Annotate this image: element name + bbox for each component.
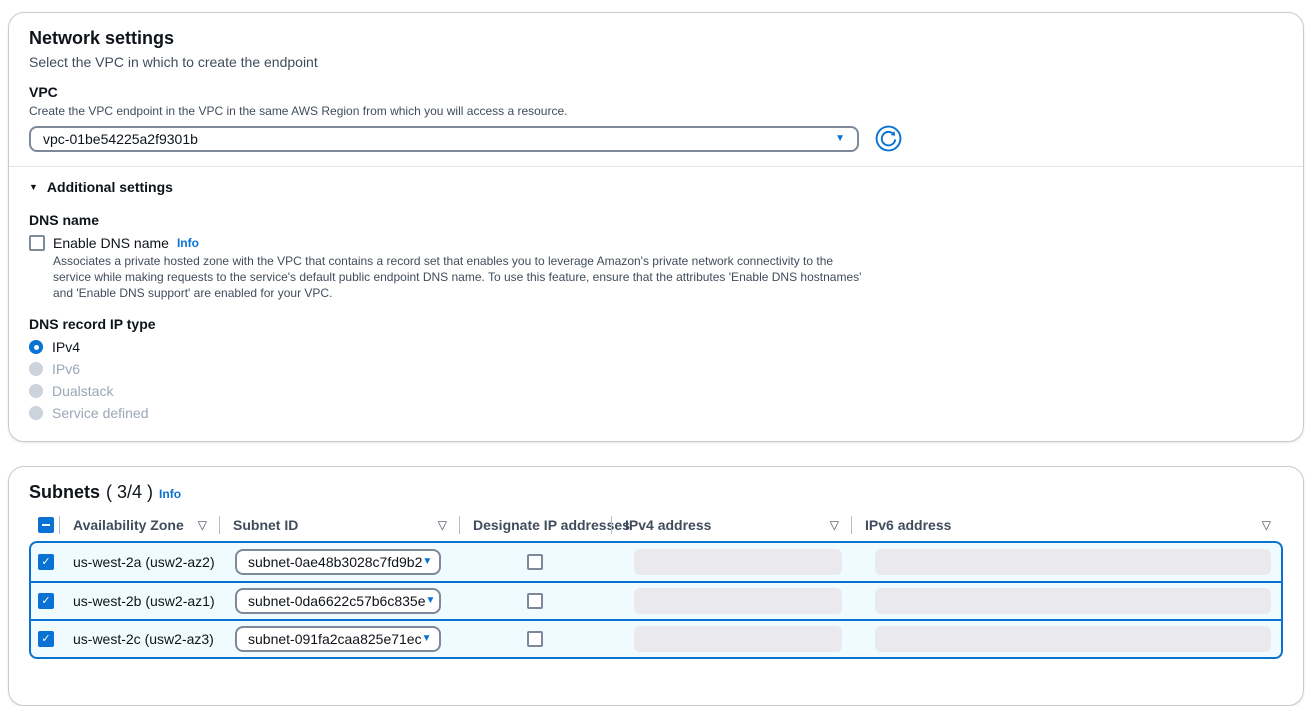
- radio-option-dualstack: Dualstack: [29, 383, 1283, 399]
- row-cell-select: ✓: [31, 593, 59, 609]
- enable-dns-name-checkbox[interactable]: [29, 235, 45, 251]
- row-cell-designate: [459, 554, 611, 570]
- designate-ip-checkbox[interactable]: [527, 554, 543, 570]
- subnets-table-body: ✓ us-west-2a (usw2-az2) subnet-0ae48b302…: [29, 541, 1283, 659]
- vpc-label: VPC: [29, 83, 1283, 101]
- column-label: Designate IP addresses: [459, 517, 630, 533]
- additional-settings-toggle[interactable]: ▼ Additional settings: [29, 179, 1283, 195]
- ipv6-address-placeholder: [875, 588, 1271, 614]
- subnets-count: ( 3/4 ): [106, 482, 153, 503]
- column-label: Availability Zone: [59, 517, 184, 533]
- row-cell-ipv6: [851, 549, 1281, 575]
- designate-ip-checkbox[interactable]: [527, 593, 543, 609]
- row-checkbox[interactable]: ✓: [38, 631, 54, 647]
- network-settings-card: Network settings Select the VPC in which…: [8, 12, 1304, 442]
- availability-zone-value: us-west-2a (usw2-az2): [59, 554, 219, 570]
- subnet-id-select[interactable]: subnet-0da6622c57b6c835e ▼: [235, 588, 441, 614]
- enable-dns-name-row: Enable DNS name Info: [29, 235, 1283, 251]
- header-cell-ipv4-address: IPv4 address ▽: [611, 511, 851, 539]
- vpc-description: Create the VPC endpoint in the VPC in th…: [29, 103, 1283, 119]
- ipv4-address-placeholder: [634, 626, 842, 652]
- radio-option-ipv6: IPv6: [29, 361, 1283, 377]
- radio-option-service-defined: Service defined: [29, 405, 1283, 421]
- page-title: Network settings: [29, 27, 1283, 49]
- dns-record-ip-type-radio-group: IPv4 IPv6 Dualstack Service defined: [29, 339, 1283, 421]
- row-cell-ipv6: [851, 626, 1281, 652]
- row-cell-designate: [459, 631, 611, 647]
- subnets-title: Subnets: [29, 481, 100, 503]
- filter-icon[interactable]: ▽: [1262, 518, 1271, 532]
- card-subtitle: Select the VPC in which to create the en…: [29, 53, 1283, 71]
- subnets-title-row: Subnets ( 3/4 ) Info: [29, 481, 1283, 503]
- header-cell-ipv6-address: IPv6 address ▽: [851, 511, 1283, 539]
- radio-selected-icon[interactable]: [29, 340, 43, 354]
- additional-settings-label: Additional settings: [47, 179, 173, 195]
- enable-dns-name-info-link[interactable]: Info: [177, 236, 199, 250]
- chevron-down-icon: ▼: [422, 634, 432, 644]
- header-cell-designate-ip: Designate IP addresses: [459, 511, 611, 539]
- radio-disabled-icon: [29, 384, 43, 398]
- table-row: ✓ us-west-2a (usw2-az2) subnet-0ae48b302…: [31, 543, 1281, 581]
- vpc-select-row: vpc-01be54225a2f9301b ▼: [29, 125, 1283, 152]
- row-cell-designate: [459, 593, 611, 609]
- refresh-icon: [875, 125, 902, 152]
- designate-ip-checkbox[interactable]: [527, 631, 543, 647]
- enable-dns-name-description: Associates a private hosted zone with th…: [53, 253, 873, 301]
- header-cell-subnet-id: Subnet ID ▽: [219, 511, 459, 539]
- radio-option-label: IPv4: [52, 339, 80, 355]
- filter-icon[interactable]: ▽: [438, 518, 447, 532]
- row-cell-select: ✓: [31, 554, 59, 570]
- vpc-select[interactable]: vpc-01be54225a2f9301b ▼: [29, 126, 859, 152]
- vpc-select-value: vpc-01be54225a2f9301b: [43, 131, 198, 147]
- expand-arrow-icon: ▼: [29, 183, 38, 192]
- filter-icon[interactable]: ▽: [198, 518, 207, 532]
- ipv4-address-placeholder: [634, 588, 842, 614]
- table-row: ✓ us-west-2b (usw2-az1) subnet-0da6622c5…: [31, 581, 1281, 619]
- subnets-table-header: Availability Zone ▽ Subnet ID ▽ Designat…: [29, 511, 1283, 539]
- chevron-down-icon: ▼: [426, 596, 436, 606]
- row-cell-ipv6: [851, 588, 1281, 614]
- row-cell-select: ✓: [31, 631, 59, 647]
- subnet-id-value: subnet-0da6622c57b6c835e: [248, 593, 426, 609]
- availability-zone-value: us-west-2b (usw2-az1): [59, 593, 219, 609]
- row-cell-subnet: subnet-0ae48b3028c7fd9b2 ▼: [219, 549, 459, 575]
- select-all-checkbox[interactable]: [38, 517, 54, 533]
- subnets-info-link[interactable]: Info: [159, 487, 181, 501]
- row-checkbox[interactable]: ✓: [38, 593, 54, 609]
- row-cell-ipv4: [611, 549, 851, 575]
- availability-zone-value: us-west-2c (usw2-az3): [59, 631, 219, 647]
- dns-record-ip-type-label: DNS record IP type: [29, 315, 1283, 333]
- subnets-card: Subnets ( 3/4 ) Info Availability Zone ▽…: [8, 466, 1304, 706]
- radio-option-label: Dualstack: [52, 383, 113, 399]
- radio-disabled-icon: [29, 406, 43, 420]
- chevron-down-icon: ▼: [422, 557, 432, 567]
- ipv6-address-placeholder: [875, 549, 1271, 575]
- radio-option-label: IPv6: [52, 361, 80, 377]
- enable-dns-name-label: Enable DNS name: [53, 235, 169, 251]
- subnet-id-value: subnet-0ae48b3028c7fd9b2: [248, 554, 422, 570]
- row-checkbox[interactable]: ✓: [38, 554, 54, 570]
- column-label: Subnet ID: [219, 517, 298, 533]
- refresh-button[interactable]: [875, 125, 902, 152]
- ipv4-address-placeholder: [634, 549, 842, 575]
- dns-name-label: DNS name: [29, 211, 1283, 229]
- radio-disabled-icon: [29, 362, 43, 376]
- chevron-down-icon: ▼: [835, 134, 845, 144]
- table-row: ✓ us-west-2c (usw2-az3) subnet-091fa2caa…: [31, 619, 1281, 657]
- subnet-id-value: subnet-091fa2caa825e71ec: [248, 631, 422, 647]
- radio-option-label: Service defined: [52, 405, 149, 421]
- subnet-id-select[interactable]: subnet-0ae48b3028c7fd9b2 ▼: [235, 549, 441, 575]
- subnet-id-select[interactable]: subnet-091fa2caa825e71ec ▼: [235, 626, 441, 652]
- filter-icon[interactable]: ▽: [830, 518, 839, 532]
- row-cell-subnet: subnet-0da6622c57b6c835e ▼: [219, 588, 459, 614]
- column-label: IPv4 address: [611, 517, 711, 533]
- header-cell-select: [29, 511, 59, 539]
- row-cell-ipv4: [611, 626, 851, 652]
- column-label: IPv6 address: [851, 517, 951, 533]
- row-cell-subnet: subnet-091fa2caa825e71ec ▼: [219, 626, 459, 652]
- radio-option-ipv4: IPv4: [29, 339, 1283, 355]
- header-cell-availability-zone: Availability Zone ▽: [59, 511, 219, 539]
- row-cell-ipv4: [611, 588, 851, 614]
- ipv6-address-placeholder: [875, 626, 1271, 652]
